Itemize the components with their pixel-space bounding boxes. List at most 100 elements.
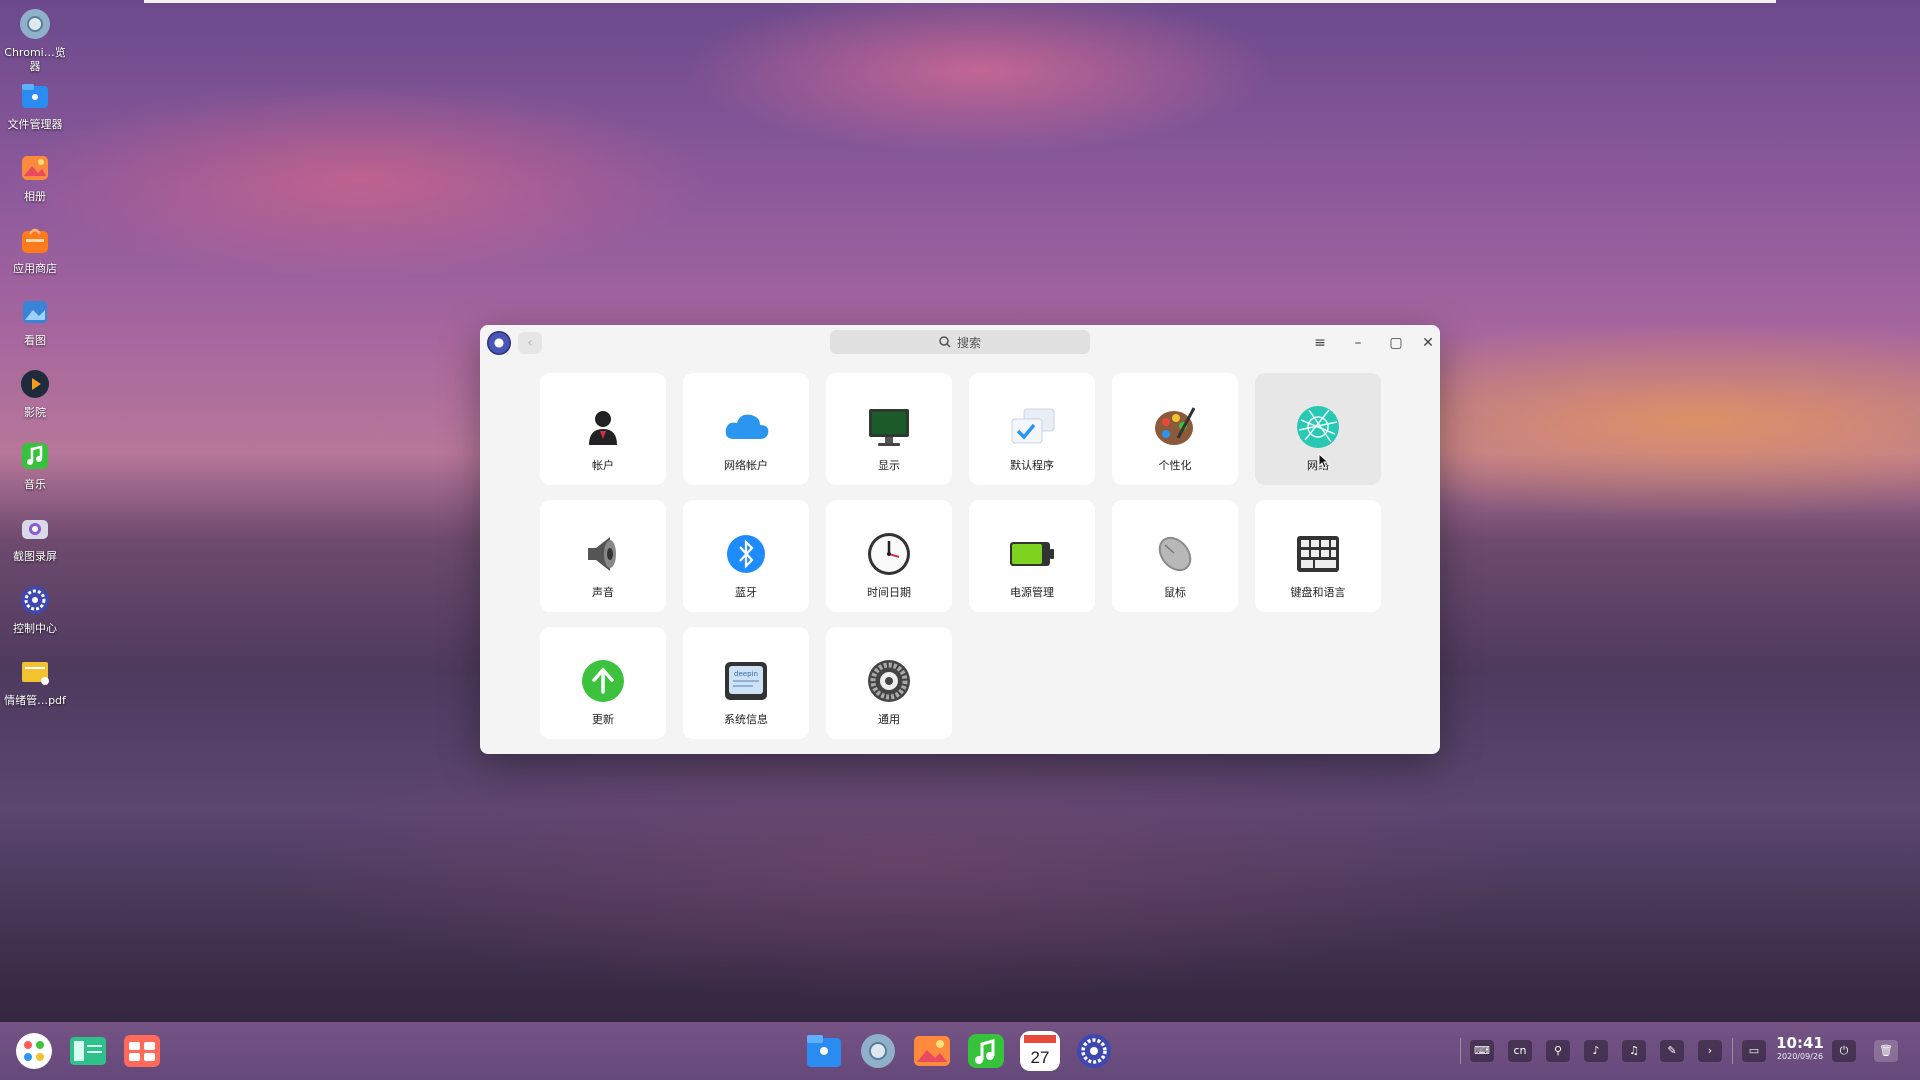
- back-button[interactable]: ‹: [518, 332, 542, 354]
- search-input[interactable]: 搜索: [830, 330, 1090, 354]
- module-label: 声音: [592, 586, 614, 599]
- power-icon: ⏻: [1839, 1044, 1849, 1057]
- clock[interactable]: 10:41 2020/09/26: [1774, 1035, 1826, 1062]
- module-label: 更新: [592, 713, 614, 726]
- pen-icon: ✎: [1667, 1044, 1677, 1057]
- module-system-info[interactable]: deepin 系统信息: [683, 627, 809, 739]
- tray-volume[interactable]: ♪: [1584, 1040, 1608, 1062]
- clock-date: 2020/09/26: [1776, 1052, 1824, 1061]
- app-store-icon: [17, 222, 53, 258]
- module-label: 帐户: [592, 459, 614, 472]
- module-label: 时间日期: [867, 586, 911, 599]
- module-update[interactable]: 更新: [540, 627, 666, 739]
- module-personalization[interactable]: 个性化: [1112, 373, 1238, 485]
- default-apps-icon: [1008, 403, 1056, 451]
- multitask-view-button[interactable]: [68, 1031, 108, 1071]
- module-general[interactable]: 通用: [826, 627, 952, 739]
- module-sound[interactable]: 声音: [540, 500, 666, 612]
- update-icon: [579, 657, 627, 705]
- module-power[interactable]: 电源管理: [969, 500, 1095, 612]
- personalization-icon: [1151, 403, 1199, 451]
- launcher-icon: [16, 1033, 52, 1069]
- module-cloud-account[interactable]: 网络帐户: [683, 373, 809, 485]
- launcher-button[interactable]: [14, 1031, 54, 1071]
- tray-notification[interactable]: ♫: [1622, 1040, 1646, 1062]
- module-bluetooth[interactable]: 蓝牙: [683, 500, 809, 612]
- desktop-label: 音乐: [24, 478, 46, 491]
- desktop-icon-music[interactable]: 音乐: [0, 438, 70, 492]
- maximize-button[interactable]: ▢: [1384, 331, 1408, 355]
- dock-control-center[interactable]: [1074, 1031, 1114, 1071]
- desktop-icon-pdf-file[interactable]: 情绪管…pdf: [0, 654, 70, 708]
- module-default-apps[interactable]: 默认程序: [969, 373, 1095, 485]
- show-desktop-button[interactable]: [122, 1031, 162, 1071]
- search-placeholder: 搜索: [956, 335, 981, 350]
- tray-screenshot[interactable]: ✎: [1660, 1040, 1684, 1062]
- power-button[interactable]: ⏻: [1832, 1040, 1856, 1062]
- module-mouse[interactable]: 鼠标: [1112, 500, 1238, 612]
- module-account[interactable]: 帐户: [540, 373, 666, 485]
- desktop-icon-image-viewer[interactable]: 看图: [0, 294, 70, 348]
- minimize-button[interactable]: –: [1346, 331, 1370, 355]
- clock-time: 10:41: [1776, 1034, 1824, 1052]
- desktop-label: 影院: [24, 406, 46, 419]
- close-button[interactable]: ✕: [1420, 331, 1436, 355]
- file-manager-icon: [807, 1035, 841, 1067]
- desktop-icon-album[interactable]: 相册: [0, 150, 70, 204]
- module-label: 系统信息: [724, 713, 768, 726]
- desktop-label: 文件管理器: [7, 118, 63, 131]
- desktop-icon-file-manager[interactable]: 文件管理器: [0, 78, 70, 132]
- keyboard-icon: ⌨: [1474, 1044, 1490, 1057]
- menu-button[interactable]: ≡: [1308, 331, 1332, 355]
- module-label: 蓝牙: [735, 586, 757, 599]
- dock-album[interactable]: [912, 1031, 952, 1071]
- dock-calendar[interactable]: 27: [1020, 1031, 1060, 1071]
- tray-expand[interactable]: ›: [1698, 1040, 1722, 1062]
- tray-network[interactable]: ⚲: [1546, 1040, 1570, 1062]
- network-icon: ⚲: [1553, 1044, 1563, 1057]
- desktop-label: 看图: [24, 334, 46, 347]
- module-keyboard-language[interactable]: 键盘和语言: [1255, 500, 1381, 612]
- mouse-cursor-icon: [1318, 453, 1330, 469]
- dock-file-manager[interactable]: [804, 1031, 844, 1071]
- dock-chromium[interactable]: [858, 1031, 898, 1071]
- desktop-icon-control-center[interactable]: 控制中心: [0, 582, 70, 636]
- mouse-icon: [1151, 530, 1199, 578]
- desktop-icon-chromium[interactable]: Chromi…览器: [0, 6, 70, 74]
- tray-input-method[interactable]: cn: [1508, 1040, 1532, 1062]
- control-center-icon: [1077, 1034, 1111, 1068]
- desktop-icon-screenshot[interactable]: 截图录屏: [0, 510, 70, 564]
- top-panel-line: [144, 0, 1776, 3]
- module-display[interactable]: 显示: [826, 373, 952, 485]
- tray-panel[interactable]: ▭: [1742, 1040, 1766, 1062]
- titlebar: ‹ 搜索 ≡ – ▢ ✕: [480, 325, 1440, 361]
- module-datetime[interactable]: 时间日期: [826, 500, 952, 612]
- desktop-label: Chromi…览器: [4, 46, 66, 73]
- file-manager-icon: [17, 78, 53, 114]
- trash-button[interactable]: 🗑: [1874, 1040, 1898, 1062]
- module-label: 鼠标: [1164, 586, 1186, 599]
- bell-icon: ♫: [1629, 1044, 1639, 1057]
- volume-icon: ♪: [1592, 1044, 1600, 1057]
- tray-keyboard[interactable]: ⌨: [1470, 1040, 1494, 1062]
- module-label: 个性化: [1158, 459, 1192, 472]
- desktop-icon-app-store[interactable]: 应用商店: [0, 222, 70, 276]
- multitask-view-icon: [70, 1037, 106, 1065]
- sound-icon: [579, 530, 627, 578]
- album-icon: [17, 150, 53, 186]
- cloud-account-icon: [722, 403, 770, 451]
- account-icon: [579, 403, 627, 451]
- system-info-icon: deepin: [722, 657, 770, 705]
- clock-icon: [865, 530, 913, 578]
- desktop-label: 应用商店: [13, 262, 57, 275]
- module-label: 网络帐户: [724, 459, 768, 472]
- dock-music[interactable]: [966, 1031, 1006, 1071]
- module-label: 显示: [878, 459, 900, 472]
- battery-icon: [1008, 530, 1056, 578]
- network-icon: [1294, 403, 1342, 451]
- trash-icon: 🗑: [1879, 1044, 1893, 1057]
- pdf-file-icon: [17, 654, 53, 690]
- display-icon: [865, 403, 913, 451]
- desktop-icon-movie[interactable]: 影院: [0, 366, 70, 420]
- search-icon: [939, 336, 951, 348]
